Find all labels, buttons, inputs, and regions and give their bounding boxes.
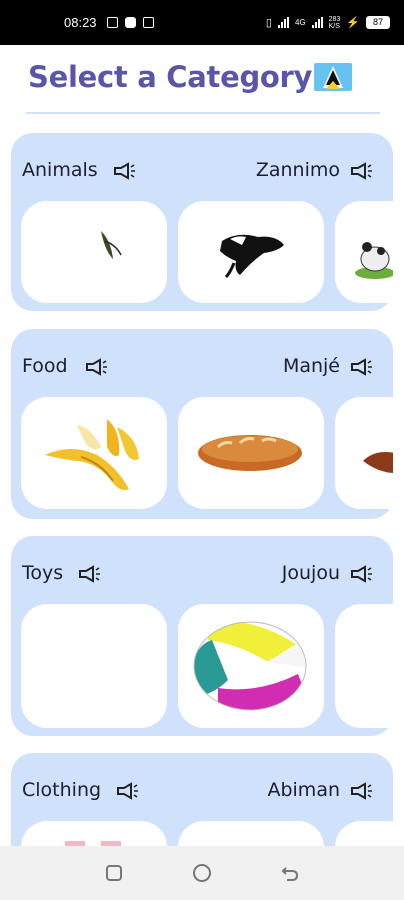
category-label-kweyol: Abiman [267, 779, 340, 801]
status-bar: 08:23 ▯ 4G 283 K/S ⚡ 87 [0, 0, 404, 45]
page-title-text: Select a Category [28, 60, 313, 94]
notification-icons [106, 17, 154, 28]
signal-icon-2 [311, 17, 323, 28]
item-tile[interactable] [178, 604, 324, 728]
item-tile[interactable] [335, 604, 393, 728]
category-label-english: Food [22, 355, 68, 377]
circle-icon [193, 864, 211, 882]
megaphone-icon[interactable] [349, 781, 373, 801]
category-label-english: Clothing [22, 779, 102, 801]
vibrate-icon [142, 17, 154, 28]
animal-image [355, 242, 393, 279]
battery-icon: 87 [366, 16, 390, 29]
signal-icon [277, 17, 289, 28]
category-card-animals[interactable]: Animals Zannimo [11, 133, 393, 311]
item-tile[interactable] [21, 397, 167, 509]
vibrate-mode-icon: ▯ [265, 17, 272, 29]
status-right: ▯ 4G 283 K/S ⚡ 87 [266, 16, 390, 30]
food-image [363, 452, 393, 473]
category-label-english: Toys [22, 562, 64, 584]
app-icon [124, 17, 136, 28]
item-tile[interactable] [335, 397, 393, 509]
category-card-food[interactable]: Food Manjé [11, 329, 393, 519]
back-arrow-icon [281, 867, 299, 881]
back-button[interactable] [278, 861, 302, 885]
megaphone-icon[interactable] [349, 161, 373, 181]
charging-icon: ⚡ [346, 17, 360, 29]
data-speed: 283 K/S [328, 15, 341, 30]
leaf-image [101, 231, 122, 259]
megaphone-icon[interactable] [84, 357, 108, 377]
category-label-kweyol: Joujou [281, 562, 340, 584]
status-time: 08:23 [64, 15, 97, 30]
square-icon [106, 865, 122, 881]
saint-lucia-flag-icon [314, 63, 353, 91]
category-label-kweyol: Manjé [282, 355, 340, 377]
navigation-bar [0, 846, 404, 900]
item-tiles [21, 397, 393, 509]
megaphone-icon[interactable] [112, 161, 136, 181]
item-tiles [21, 201, 393, 303]
message-icon [106, 17, 118, 28]
network-type: 4G [294, 18, 306, 27]
item-tile[interactable] [21, 201, 167, 303]
item-tile[interactable] [178, 397, 324, 509]
category-card-toys[interactable]: Toys Joujou [11, 536, 393, 736]
megaphone-icon[interactable] [77, 564, 101, 584]
bread-image [198, 435, 302, 471]
category-label-kweyol: Zannimo [255, 159, 340, 181]
item-tile[interactable] [335, 201, 393, 303]
item-tile[interactable] [178, 201, 324, 303]
item-tiles [21, 604, 393, 728]
page-title: Select a Category [28, 60, 353, 94]
cow-image [220, 234, 284, 279]
recents-button[interactable] [102, 861, 126, 885]
megaphone-icon[interactable] [349, 357, 373, 377]
home-button[interactable] [190, 861, 214, 885]
category-label-english: Animals [22, 159, 98, 181]
megaphone-icon[interactable] [349, 564, 373, 584]
title-divider [26, 112, 380, 114]
banana-image [45, 419, 139, 491]
beach-ball-image [193, 621, 307, 711]
megaphone-icon[interactable] [115, 781, 139, 801]
item-tile[interactable] [21, 604, 167, 728]
